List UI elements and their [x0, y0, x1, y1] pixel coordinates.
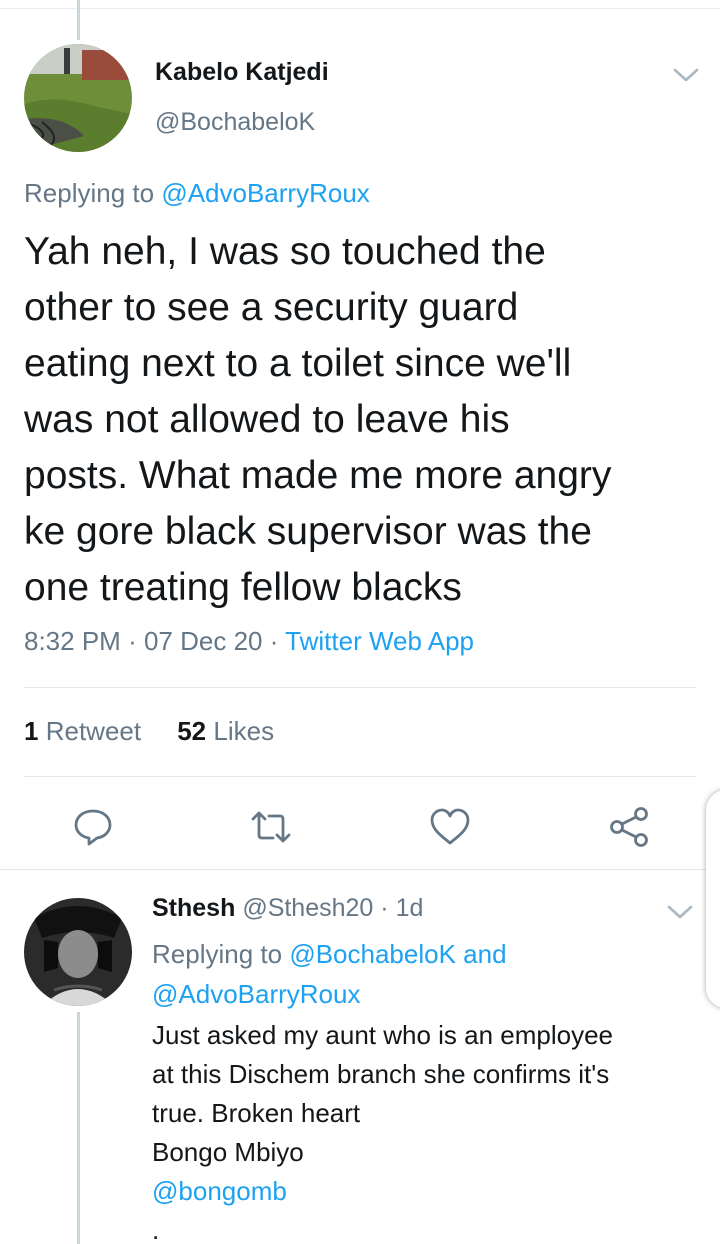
reply-icon[interactable]	[71, 805, 115, 849]
tweet-meta: 8:32 PM · 07 Dec 20 · Twitter Web App	[24, 626, 474, 657]
thread-connector-top	[77, 0, 80, 40]
reply-text-line: Just asked my aunt who is an employee	[152, 1020, 614, 1050]
display-name[interactable]: Kabelo Katjedi	[155, 58, 329, 87]
replying-prefix: Replying to	[152, 939, 283, 969]
engagement-stats: 1 Retweet 52 Likes	[24, 716, 274, 747]
avatar[interactable]	[24, 44, 132, 152]
mention-link[interactable]: @bongomb	[152, 1172, 712, 1211]
display-name[interactable]: Sthesh	[152, 894, 235, 922]
avatar-photo	[24, 44, 132, 152]
retweet-icon[interactable]	[249, 805, 293, 849]
meta-separator: ·	[269, 626, 279, 656]
replying-prefix: Replying to	[24, 178, 155, 208]
chevron-down-icon[interactable]	[667, 903, 693, 921]
tweet-date: 07 Dec 20	[143, 626, 263, 656]
trailing-dot: .	[152, 1215, 160, 1244]
retweets-count: 1	[24, 716, 39, 746]
tweet-text-line: ke gore black supervisor was the	[24, 510, 592, 553]
reply-text-line: at this Dischem branch she confirms it's	[152, 1059, 610, 1089]
tweet-text-line: posts. What made me more angry	[24, 454, 612, 497]
tweet-text-line: eating next to a toilet since we'll	[24, 342, 572, 385]
tweet-source-link[interactable]: Twitter Web App	[285, 626, 474, 656]
divider	[24, 687, 696, 688]
retweets-stat[interactable]: 1 Retweet	[24, 716, 141, 746]
mention-link[interactable]: @AdvoBarryRoux	[161, 178, 369, 208]
top-divider	[0, 8, 720, 9]
likes-count: 52	[177, 716, 207, 746]
user-handle[interactable]: @BochabeloK	[155, 108, 315, 137]
tweet-separator	[0, 869, 720, 870]
chevron-down-icon[interactable]	[673, 66, 699, 84]
meta-separator: ·	[380, 894, 389, 922]
like-icon[interactable]	[428, 805, 472, 849]
mention-link[interactable]: @AdvoBarryRoux	[152, 979, 360, 1009]
reply-header: Sthesh @Sthesh20 · 1d	[152, 894, 423, 923]
user-handle[interactable]: @Sthesh20	[242, 894, 373, 922]
tweet-text-line: one treating fellow blacks	[24, 566, 462, 609]
divider	[24, 776, 696, 777]
share-icon[interactable]	[607, 805, 651, 849]
avatar-photo	[24, 898, 132, 1006]
replying-to: Replying to @BochabeloK and @AdvoBarryRo…	[152, 934, 652, 1014]
replying-and: and	[463, 939, 507, 969]
tweet-age: 1d	[395, 894, 424, 922]
likes-label: Likes	[213, 716, 275, 746]
tweet-time: 8:32 PM	[24, 626, 121, 656]
replying-to: Replying to @AdvoBarryRoux	[24, 178, 370, 209]
tweet-text-line: Yah neh, I was so touched the	[24, 230, 546, 273]
meta-separator: ·	[128, 626, 137, 656]
mention-link[interactable]: @BochabeloK	[289, 939, 456, 969]
tweet-text-line: was not allowed to leave his	[24, 398, 510, 441]
reply-text-line: Bongo Mbiyo	[152, 1137, 304, 1167]
avatar[interactable]	[24, 898, 132, 1006]
tweet-text-line: other to see a security guard	[24, 286, 519, 329]
reply-text: Just asked my aunt who is an employee at…	[152, 1016, 712, 1244]
thread-connector-bottom	[77, 1012, 80, 1244]
reply-text-line: true. Broken heart	[152, 1098, 361, 1128]
likes-stat[interactable]: 52 Likes	[177, 716, 274, 746]
tweet-text: Yah neh, I was so touched the other to s…	[24, 224, 704, 616]
retweets-label: Retweet	[45, 716, 142, 746]
side-panel-edge	[706, 790, 720, 1008]
